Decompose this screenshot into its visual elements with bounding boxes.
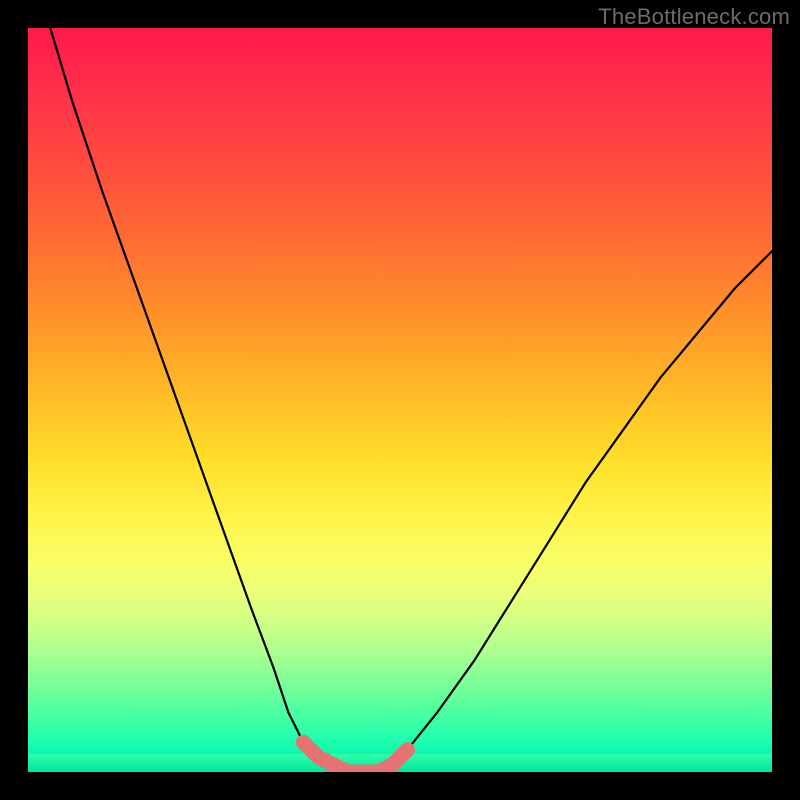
bottleneck-curve: [50, 28, 772, 772]
chart-svg: [28, 28, 772, 772]
chart-frame: TheBottleneck.com: [0, 0, 800, 800]
plot-area: [28, 28, 772, 772]
highlight-segment: [303, 742, 407, 772]
watermark-text: TheBottleneck.com: [598, 4, 790, 30]
